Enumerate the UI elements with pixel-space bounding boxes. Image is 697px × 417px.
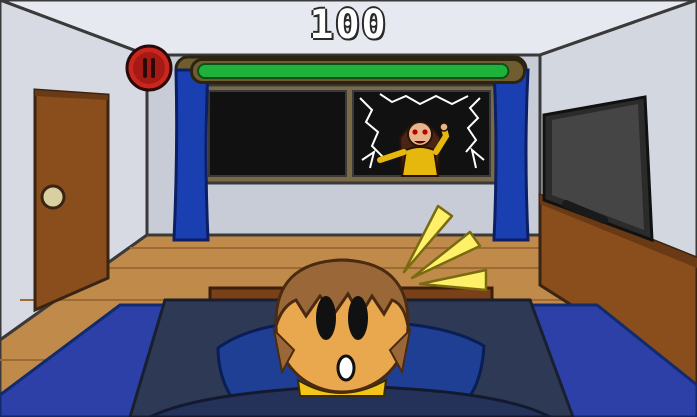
door-knob [40,184,66,210]
health-bar-fill [197,63,510,79]
pause-button[interactable] [124,43,174,93]
window [200,83,498,185]
health-bar [190,58,526,84]
left-window-pane [208,90,347,177]
game-stage: 100 [0,0,697,417]
door [33,88,110,313]
left-curtain [172,68,210,242]
score-counter: 100 [309,2,388,48]
player-mouth [336,354,356,382]
player-right-eye [348,296,368,340]
right-curtain [492,68,530,242]
player-left-eye [316,296,336,340]
